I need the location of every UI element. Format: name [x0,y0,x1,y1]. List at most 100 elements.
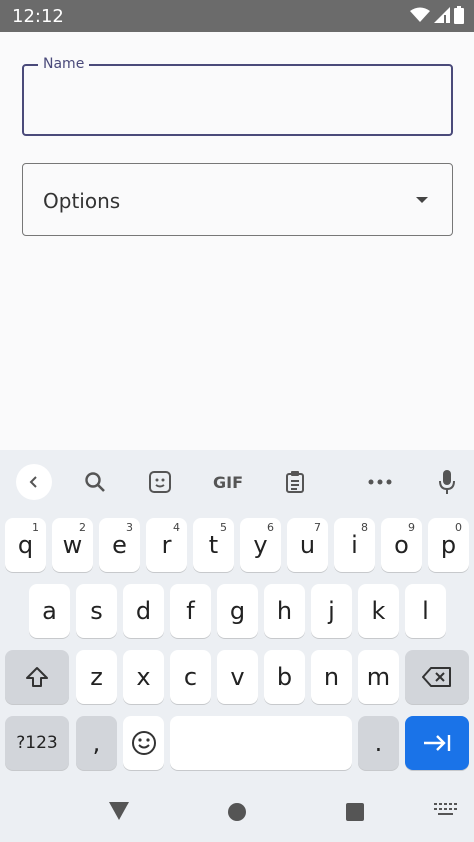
key-a[interactable]: a [29,584,70,638]
keyboard: GIF q1 w2 e3 r4 t5 y6 u7 i8 o9 p0 a s d … [0,450,474,784]
next-key[interactable] [405,716,469,770]
key-label: s [90,597,103,625]
sticker-icon[interactable] [142,464,178,500]
gif-button[interactable]: GIF [208,464,248,500]
key-label: z [90,663,103,691]
backspace-icon [422,667,451,687]
options-dropdown[interactable]: Options [22,163,453,236]
key-r[interactable]: r4 [146,518,187,572]
key-y[interactable]: y6 [240,518,281,572]
key-h[interactable]: h [264,584,305,638]
key-x[interactable]: x [123,650,164,704]
key-u[interactable]: u7 [287,518,328,572]
key-d[interactable]: d [123,584,164,638]
chevron-down-icon [416,197,428,203]
key-c[interactable]: c [170,650,211,704]
key-label: y [253,531,268,559]
name-input[interactable] [38,88,438,118]
shift-key[interactable] [5,650,69,704]
status-bar: 12:12 [0,0,474,32]
key-m[interactable]: m [358,650,399,704]
key-label: h [276,597,293,625]
key-p[interactable]: p0 [428,518,469,572]
key-s[interactable]: s [76,584,117,638]
key-e[interactable]: e3 [99,518,140,572]
key-label: t [208,531,219,559]
battery-icon [454,6,464,24]
key-label: j [328,597,335,625]
key-z[interactable]: z [76,650,117,704]
back-triangle-icon[interactable] [108,801,130,821]
key-label: v [230,663,245,691]
key-g[interactable]: g [217,584,258,638]
key-label: m [366,663,391,691]
key-label: x [136,663,151,691]
key-label: d [135,597,152,625]
key-w[interactable]: w2 [52,518,93,572]
name-label: Name [38,56,90,72]
key-label: n [323,663,340,691]
key-v[interactable]: v [217,650,258,704]
wifi-icon [410,7,430,22]
key-label: f [186,597,195,625]
key-n[interactable]: n [311,650,352,704]
key-hint: 5 [220,521,227,534]
key-label: , [92,729,101,757]
key-j[interactable]: j [311,584,352,638]
key-label: c [183,663,198,691]
key-label: e [112,531,127,559]
shift-icon [26,667,48,687]
key-t[interactable]: t5 [193,518,234,572]
key-hint: 2 [79,521,86,534]
key-hint: 9 [408,521,415,534]
key-hint: 3 [126,521,133,534]
key-label: a [42,597,57,625]
key-i[interactable]: i8 [334,518,375,572]
symbols-key[interactable]: ?123 [5,716,69,770]
space-key[interactable] [170,716,352,770]
clipboard-icon[interactable] [277,464,313,500]
emoji-icon [131,731,156,755]
key-hint: 7 [314,521,321,534]
back-icon[interactable] [16,464,52,500]
key-label: u [299,531,316,559]
key-hint: 8 [361,521,368,534]
key-o[interactable]: o9 [381,518,422,572]
key-k[interactable]: k [358,584,399,638]
key-hint: 1 [32,521,39,534]
key-label: r [161,531,172,559]
key-b[interactable]: b [264,650,305,704]
options-label: Options [43,189,121,213]
keyboard-toolbar: GIF [0,450,474,512]
key-l[interactable]: l [405,584,446,638]
period-key[interactable]: . [358,716,399,770]
keyboard-switch-icon[interactable] [433,802,459,818]
backspace-key[interactable] [405,650,469,704]
more-icon[interactable] [362,464,398,500]
key-hint: 0 [455,521,462,534]
key-label: . [374,729,383,757]
key-hint: 4 [173,521,180,534]
status-time: 12:12 [12,6,64,27]
key-label: p [440,531,457,559]
key-q[interactable]: q1 [5,518,46,572]
home-circle-icon[interactable] [227,802,247,822]
key-label: ?123 [16,733,58,753]
key-label: g [229,597,246,625]
comma-key[interactable]: , [76,716,117,770]
key-label: i [351,531,358,559]
name-field[interactable]: Name [22,56,453,136]
key-label: k [371,597,386,625]
key-label: o [394,531,409,559]
search-icon[interactable] [77,464,113,500]
tab-next-icon [424,735,451,751]
nav-bar [0,784,474,842]
emoji-key[interactable] [123,716,164,770]
mic-icon[interactable] [429,464,465,500]
recents-square-icon[interactable] [345,802,365,822]
gif-label: GIF [212,472,243,492]
key-f[interactable]: f [170,584,211,638]
key-label: b [276,663,293,691]
key-label: l [422,597,429,625]
key-label: q [17,531,34,559]
